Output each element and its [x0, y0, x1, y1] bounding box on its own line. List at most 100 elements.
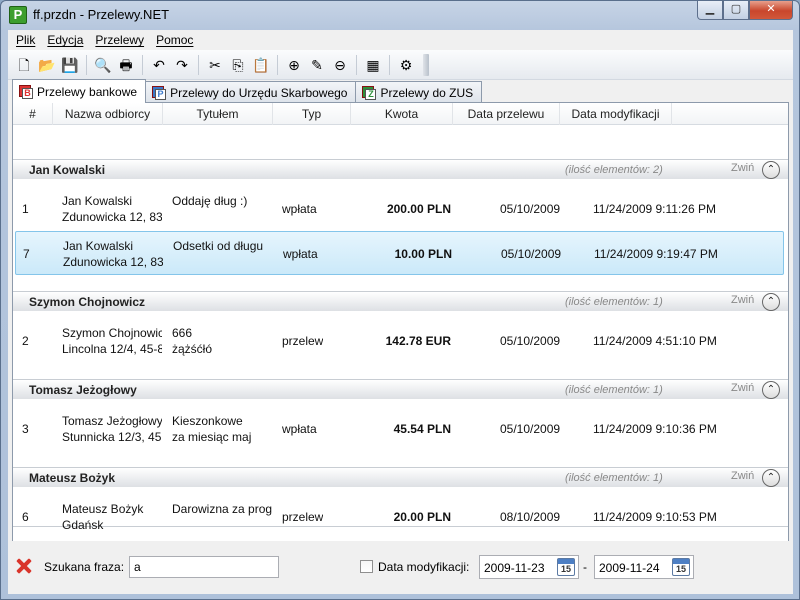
cell-amount: 20.00 PLN: [393, 510, 451, 524]
cell-title2: żążśćłó: [172, 342, 213, 356]
cell-mod: 11/24/2009 9:19:47 PM: [594, 247, 718, 261]
column-header[interactable]: Tytułem: [163, 103, 273, 125]
cell-amount: 45.54 PLN: [393, 422, 451, 436]
collapse-chevron-icon[interactable]: ⌃: [762, 161, 780, 179]
group-collapse-label: Zwiń: [731, 470, 755, 482]
calendar-icon[interactable]: 15: [557, 558, 575, 576]
menu-edycja[interactable]: Edycja: [41, 33, 89, 47]
new-document-icon[interactable]: 🗋: [14, 55, 34, 75]
date-to-picker[interactable]: 2009-11-24 15: [594, 555, 694, 579]
cell-mod: 11/24/2009 9:10:36 PM: [593, 422, 717, 436]
group-name: Mateusz Bożyk: [29, 471, 116, 485]
undo-icon[interactable]: ↶: [149, 55, 169, 75]
cell-name1: Mateusz Bożyk: [62, 502, 144, 516]
app-window: P ff.przdn - Przelewy.NET ▁ ▢ ✕ Plik Edy…: [0, 0, 800, 600]
toolbar-separator: [198, 54, 199, 75]
group-header[interactable]: Mateusz Bożyk (ilość elementów: 1) Zwiń ⌃: [13, 467, 788, 487]
open-folder-icon[interactable]: 📂: [37, 55, 57, 75]
maximize-button[interactable]: ▢: [723, 1, 749, 20]
title-bar[interactable]: P ff.przdn - Przelewy.NET ▁ ▢ ✕: [1, 1, 799, 30]
menu-plik[interactable]: Plik: [10, 33, 41, 47]
column-header[interactable]: #: [13, 103, 53, 125]
save-icon[interactable]: 💾: [60, 55, 80, 75]
cell-title1: Darowizna za prog: [172, 502, 272, 516]
menu-przelewy[interactable]: Przelewy: [89, 33, 150, 47]
window-controls: ▁ ▢ ✕: [697, 1, 793, 20]
toolbar-separator: [142, 54, 143, 75]
table-row[interactable]: 7 Jan Kowalski Zdunowicka 12, 83 Odsetki od…: [15, 231, 784, 275]
date-to-value: 2009-11-24: [599, 561, 660, 575]
table-icon[interactable]: ▦: [363, 55, 383, 75]
table-row[interactable]: 6 Mateusz Bożyk Gdańsk Darowizna za prog prz…: [15, 495, 784, 539]
tab-bank-transfers[interactable]: B Przelewy bankowe: [12, 79, 147, 103]
menu-bar: Plik Edycja Przelewy Pomoc: [8, 30, 793, 50]
cell-num: 2: [22, 334, 29, 348]
date-range-separator: -: [583, 560, 587, 574]
cell-type: przelew: [282, 334, 324, 348]
clear-search-icon[interactable]: [15, 557, 33, 575]
collapse-chevron-icon[interactable]: ⌃: [762, 469, 780, 487]
group-header[interactable]: Szymon Chojnowicz (ilość elementów: 1) Zwi…: [13, 291, 788, 311]
table-row[interactable]: 1 Jan Kowalski Zdunowicka 12, 83 Oddaję dłu…: [15, 187, 784, 231]
copy-icon[interactable]: ⎘: [228, 55, 248, 75]
date-from-picker[interactable]: 2009-11-23 15: [479, 555, 579, 579]
tab-label: Przelewy bankowe: [37, 84, 138, 99]
close-button[interactable]: ✕: [749, 1, 793, 20]
cell-name2: Gdańsk: [62, 518, 104, 532]
group-count: (ilość elementów: 1): [565, 296, 663, 308]
group-name: Szymon Chojnowicz: [29, 295, 146, 309]
collapse-chevron-icon[interactable]: ⌃: [762, 381, 780, 399]
search-input[interactable]: [129, 556, 279, 578]
cell-amount: 142.78 EUR: [385, 334, 451, 348]
cell-mod: 11/24/2009 9:11:26 PM: [593, 202, 716, 216]
cell-name1: Jan Kowalski: [63, 239, 134, 253]
cell-amount: 10.00 PLN: [394, 247, 452, 261]
window-title: ff.przdn - Przelewy.NET: [33, 7, 170, 22]
cut-icon[interactable]: ✂: [205, 55, 225, 75]
tab-tax-office-transfers[interactable]: P Przelewy do Urzędu Skarbowego: [145, 81, 357, 103]
mod-date-label: Data modyfikacji:: [378, 560, 470, 574]
toolbar-overflow-grip[interactable]: [423, 53, 429, 76]
print-icon[interactable]: 🖶: [116, 55, 136, 75]
cell-title1: Kieszonkowe: [172, 414, 243, 428]
group-collapse-label: Zwiń: [731, 382, 755, 394]
group-name: Jan Kowalski: [29, 163, 106, 177]
menu-pomoc[interactable]: Pomoc: [150, 33, 199, 47]
redo-icon[interactable]: ↷: [172, 55, 192, 75]
paste-icon[interactable]: 📋: [251, 55, 271, 75]
table-row[interactable]: 2 Szymon Chojnowic Lincolna 12/4, 45-8 666 ż…: [15, 319, 784, 363]
cell-title1: Odsetki od długu: [173, 239, 264, 253]
cell-date: 05/10/2009: [500, 202, 561, 216]
cell-name2: Stunnicka 12/3, 45: [62, 430, 162, 444]
cell-title1: Oddaję dług :): [172, 194, 248, 208]
cell-type: przelew: [282, 510, 324, 524]
collapse-chevron-icon[interactable]: ⌃: [762, 293, 780, 311]
add-icon[interactable]: ⊕: [284, 55, 304, 75]
column-header[interactable]: Data przelewu: [453, 103, 560, 125]
grid-header: # Nazwa odbiorcy Tytułem Typ Kwota Data przel…: [13, 103, 788, 125]
group-header[interactable]: Tomasz Jeżogłowy (ilość elementów: 1) Zwiń…: [13, 379, 788, 399]
cell-name1: Szymon Chojnowic: [62, 326, 162, 340]
minimize-button[interactable]: ▁: [697, 1, 723, 20]
group-collapse-label: Zwiń: [731, 294, 755, 306]
calendar-icon[interactable]: 15: [672, 558, 690, 576]
column-header[interactable]: Nazwa odbiorcy: [53, 103, 163, 125]
edit-pencil-icon[interactable]: ✎: [307, 55, 327, 75]
tab-label: Przelewy do ZUS: [380, 85, 474, 100]
table-row[interactable]: 3 Tomasz Jeżogłowy Stunnicka 12/3, 45 Kiesz…: [15, 407, 784, 451]
column-header[interactable]: Typ: [273, 103, 351, 125]
tab-zus-transfers[interactable]: Z Przelewy do ZUS: [355, 81, 483, 103]
settings-gear-icon[interactable]: ⚙: [396, 55, 416, 75]
remove-icon[interactable]: ⊖: [330, 55, 350, 75]
group-header[interactable]: Jan Kowalski (ilość elementów: 2) Zwiń ⌃: [13, 159, 788, 179]
group-count: (ilość elementów: 1): [565, 472, 663, 484]
cell-num: 7: [23, 247, 30, 261]
column-header[interactable]: Data modyfikacji: [560, 103, 672, 125]
mod-date-checkbox[interactable]: [360, 560, 373, 573]
column-header[interactable]: Kwota: [351, 103, 453, 125]
cell-date: 05/10/2009: [500, 334, 561, 348]
client-area: Plik Edycja Przelewy Pomoc 🗋 📂 💾 🔍 🖶 ↶ ↷ ✂ ⎘ 📋 ⊕ ✎ ⊖…: [8, 30, 793, 594]
cell-name1: Jan Kowalski: [62, 194, 133, 208]
cell-name2: Zdunowicka 12, 83: [63, 255, 163, 269]
print-preview-icon[interactable]: 🔍: [93, 55, 113, 75]
